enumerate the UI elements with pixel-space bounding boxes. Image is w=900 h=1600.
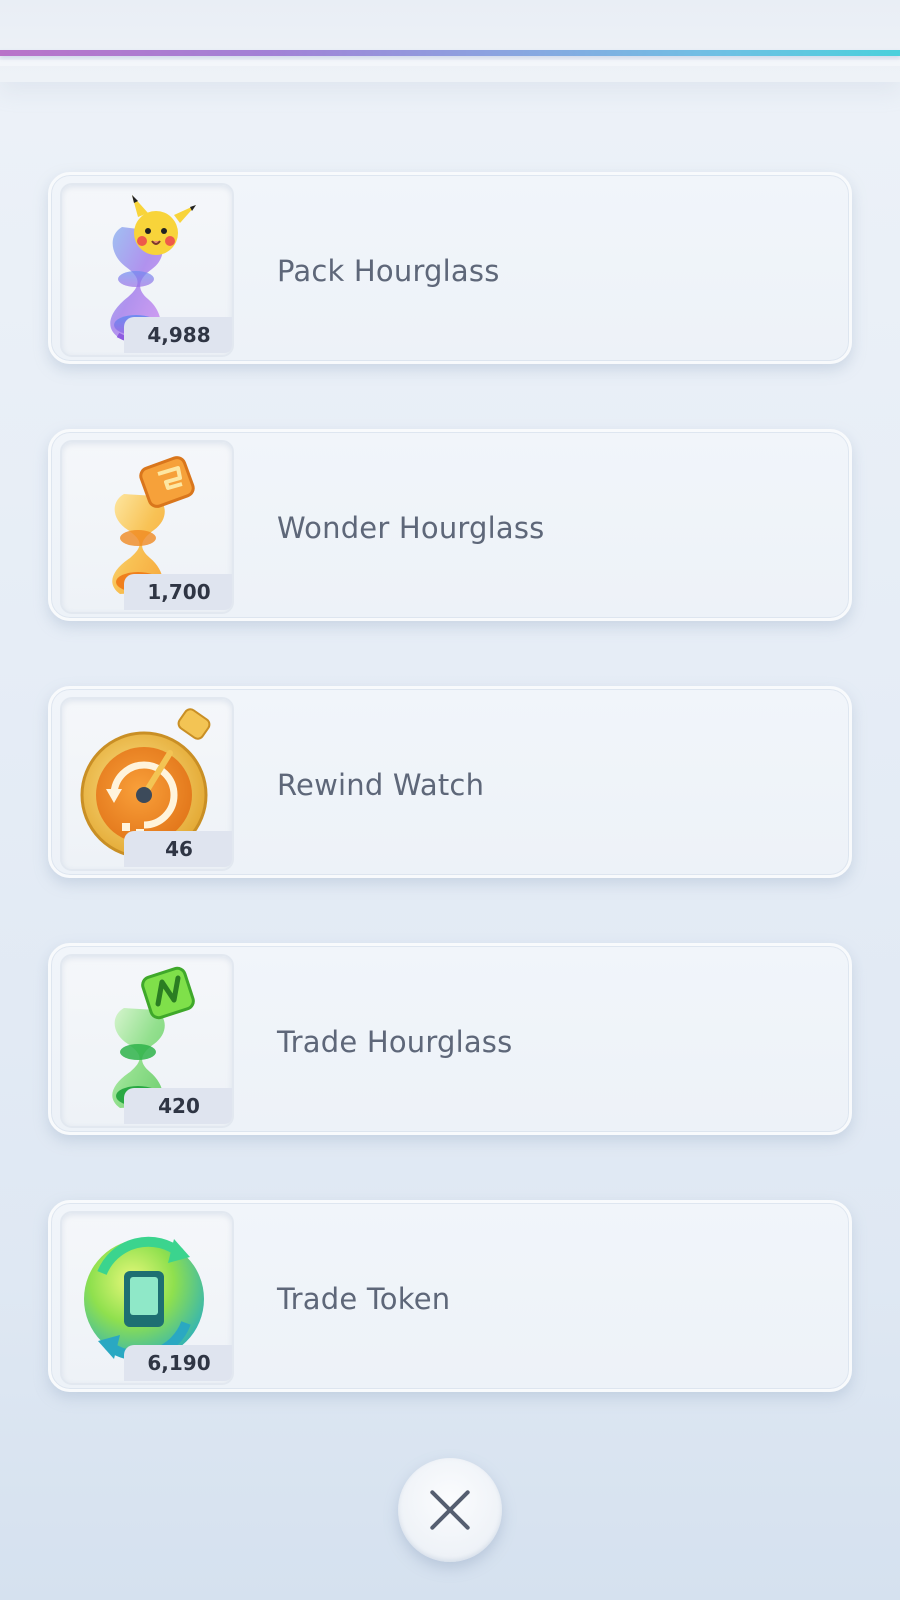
item-count-badge: 420 (124, 1088, 232, 1124)
item-name: Wonder Hourglass (277, 511, 545, 545)
header-bar (0, 0, 900, 82)
close-icon (426, 1486, 474, 1534)
item-icon-box: 4,988 (60, 183, 234, 357)
item-card-trade-token[interactable]: 6,190 Trade Token (48, 1200, 852, 1392)
header-underline (0, 60, 900, 66)
item-card-pack-hourglass[interactable]: 4,988 Pack Hourglass (48, 172, 852, 364)
item-icon-box: 46 (60, 697, 234, 871)
item-icon-box: 1,700 (60, 440, 234, 614)
item-count-badge: 4,988 (124, 317, 232, 353)
item-card-trade-hourglass[interactable]: 420 Trade Hourglass (48, 943, 852, 1135)
accent-divider (0, 50, 900, 56)
item-name: Trade Token (277, 1282, 451, 1316)
item-name: Trade Hourglass (277, 1025, 513, 1059)
item-icon-box: 6,190 (60, 1211, 234, 1385)
close-button[interactable] (398, 1458, 502, 1562)
item-count-badge: 1,700 (124, 574, 232, 610)
item-count-badge: 46 (124, 831, 232, 867)
item-icon-box: 420 (60, 954, 234, 1128)
item-card-rewind-watch[interactable]: 46 Rewind Watch (48, 686, 852, 878)
item-name: Pack Hourglass (277, 254, 500, 288)
item-name: Rewind Watch (277, 768, 485, 802)
item-card-wonder-hourglass[interactable]: 1,700 Wonder Hourglass (48, 429, 852, 621)
item-count-badge: 6,190 (124, 1345, 232, 1381)
